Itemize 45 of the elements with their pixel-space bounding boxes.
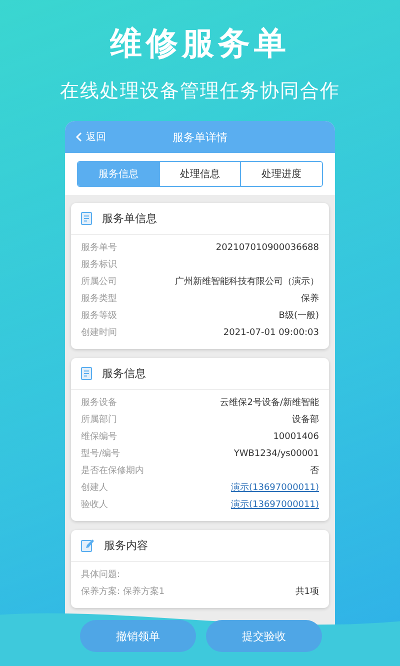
hero-title: 维修服务单 (110, 23, 290, 64)
field-value: 共1项 (295, 586, 319, 599)
contact-link[interactable]: 演示(13697000011) (230, 499, 319, 512)
document-icon (81, 212, 92, 225)
field-label: 服务单号 (81, 242, 117, 255)
tab[interactable]: 服务信息 (78, 162, 159, 186)
field-label: 是否在保修期内 (81, 465, 144, 478)
field-label: 保养方案: 保养方案1 (81, 586, 165, 599)
field-label: 型号/编号 (81, 448, 120, 461)
field-value: 2021-07-01 09:00:03 (223, 327, 319, 340)
edit-icon (81, 539, 94, 552)
field-value: 10001406 (273, 431, 319, 444)
field-label: 创建人 (81, 482, 108, 495)
field-label: 服务设备 (81, 397, 117, 410)
field-label: 服务类型 (81, 293, 117, 306)
field-label: 维保编号 (81, 431, 117, 444)
contact-link[interactable]: 演示(13697000011) (230, 482, 319, 495)
card-title: 服务内容 (104, 538, 148, 553)
field-value: B级(一般) (278, 310, 319, 323)
back-icon (75, 132, 82, 142)
card-title: 服务信息 (102, 366, 146, 381)
field-label: 服务等级 (81, 310, 117, 323)
back-label[interactable]: 返回 (86, 130, 106, 144)
tab[interactable]: 处理信息 (158, 162, 240, 186)
field-value: 否 (310, 465, 319, 478)
field-label: 具体问题: (81, 569, 120, 582)
field-label: 服务标识 (81, 259, 117, 272)
field-label: 所属部门 (81, 414, 117, 427)
card-title: 服务单信息 (102, 211, 157, 226)
page-title: 服务单详情 (172, 130, 228, 144)
back-link[interactable]: 返回 (75, 130, 106, 144)
field-value: 202107010900036688 (216, 242, 319, 255)
document-icon (81, 367, 92, 380)
field-label: 创建时间 (81, 327, 117, 340)
action-button[interactable]: 提交验收 (206, 620, 322, 652)
hero-subtitle: 在线处理设备管理任务协同合作 (60, 79, 340, 104)
field-value: 设备部 (292, 414, 319, 427)
field-value: 保养 (301, 293, 319, 306)
field-value: YWB1234/ys00001 (234, 448, 319, 461)
field-value: 广州新维智能科技有限公司（演示） (175, 276, 319, 289)
field-label: 验收人 (81, 499, 108, 512)
field-value: 云维保2号设备/新维智能 (220, 397, 319, 410)
tab[interactable]: 处理进度 (240, 162, 322, 186)
action-button[interactable]: 撤销领单 (80, 620, 196, 652)
field-label: 所属公司 (81, 276, 117, 289)
